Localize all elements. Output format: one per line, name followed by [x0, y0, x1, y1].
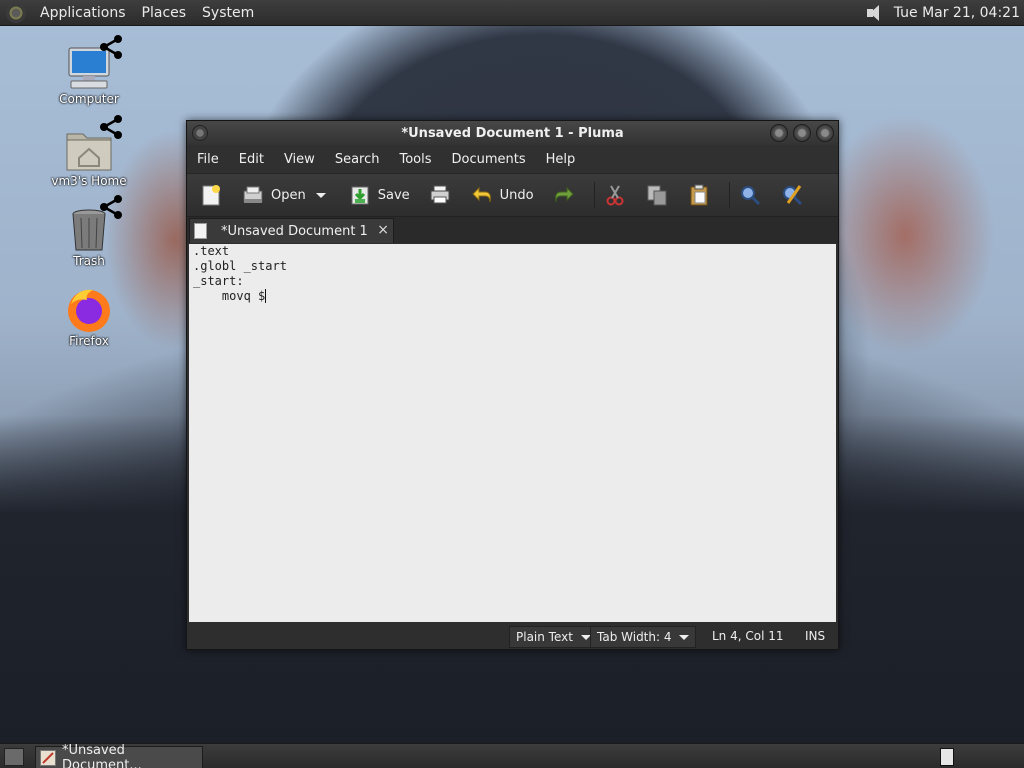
editor-line-text: movq $	[193, 289, 266, 303]
cut-icon	[603, 183, 627, 207]
minimize-button[interactable]	[770, 124, 788, 142]
menu-search[interactable]: Search	[325, 152, 390, 167]
share-icon	[98, 114, 124, 140]
language-label: Plain Text	[516, 630, 573, 644]
tab-unsaved-document-1[interactable]: *Unsaved Document 1 ×	[189, 218, 394, 243]
save-label: Save	[377, 187, 410, 203]
print-button[interactable]	[424, 179, 462, 211]
toolbar-separator	[593, 182, 595, 208]
menu-edit[interactable]: Edit	[229, 152, 274, 167]
menu-system[interactable]: System	[194, 5, 262, 21]
editor-line-current: movq $	[189, 289, 836, 304]
share-icon	[98, 34, 124, 60]
open-label: Open	[271, 187, 306, 203]
new-button[interactable]	[195, 179, 233, 211]
desktop-icon-label: Computer	[59, 92, 119, 106]
chevron-down-icon	[679, 634, 690, 640]
show-desktop-icon[interactable]	[4, 748, 24, 766]
tab-strip: *Unsaved Document 1 ×	[187, 217, 838, 243]
redo-button[interactable]	[548, 179, 586, 211]
undo-icon	[470, 183, 494, 207]
replace-button[interactable]	[776, 179, 814, 211]
editor-line: .text	[193, 244, 230, 258]
tab-width-label: Tab Width: 4	[597, 630, 672, 644]
taskbar-item-label: *Unsaved Document...	[62, 742, 142, 768]
cut-button[interactable]	[599, 179, 637, 211]
maximize-button[interactable]	[793, 124, 811, 142]
copy-button[interactable]	[641, 179, 679, 211]
print-icon	[428, 183, 452, 207]
desktop-icon-label: vm3's Home	[51, 174, 127, 188]
find-button[interactable]	[734, 179, 772, 211]
taskbar-item-pluma[interactable]: *Unsaved Document...	[35, 742, 203, 768]
text-editor-icon	[40, 749, 56, 766]
status-bar: Plain Text Tab Width: 4 Ln 4, Col 11 INS	[187, 623, 838, 649]
desktop-icon-label: Trash	[73, 254, 105, 268]
editor-line: .globl _start	[193, 259, 287, 273]
close-button[interactable]	[816, 124, 834, 142]
open-icon	[241, 183, 265, 207]
menubar: File Edit View Search Tools Documents He…	[187, 145, 838, 173]
new-document-icon	[199, 183, 223, 207]
redo-icon	[552, 183, 576, 207]
search-icon	[738, 183, 762, 207]
workspace-switcher[interactable]	[940, 748, 954, 766]
copy-icon	[645, 183, 669, 207]
undo-label: Undo	[499, 187, 534, 203]
save-icon	[348, 183, 372, 207]
menu-tools[interactable]: Tools	[389, 152, 441, 167]
paste-icon	[687, 183, 711, 207]
undo-button[interactable]: Undo	[466, 179, 544, 211]
toolbar: Open Save Undo	[187, 173, 838, 217]
find-replace-icon	[780, 183, 804, 207]
menu-documents[interactable]: Documents	[442, 152, 536, 167]
toolbar-separator	[728, 182, 730, 208]
document-icon	[194, 223, 207, 239]
clock[interactable]: Tue Mar 21, 04:21	[894, 5, 1020, 21]
open-button[interactable]: Open	[237, 179, 330, 211]
save-button[interactable]: Save	[344, 179, 420, 211]
desktop-icon-firefox[interactable]: Firefox	[44, 286, 134, 348]
share-icon	[98, 194, 124, 220]
window-title: *Unsaved Document 1 - Pluma	[401, 125, 624, 141]
insert-mode: INS	[805, 629, 826, 643]
menu-places[interactable]: Places	[134, 5, 195, 21]
menu-applications[interactable]: Applications	[32, 5, 134, 21]
cursor-position: Ln 4, Col 11	[712, 629, 784, 643]
editor-line: _start:	[193, 274, 244, 288]
volume-icon[interactable]	[864, 2, 886, 24]
top-panel: Applications Places System Tue Mar 21, 0…	[0, 0, 1024, 26]
chevron-down-icon[interactable]	[315, 192, 326, 198]
tab-label: *Unsaved Document 1	[221, 223, 368, 239]
text-editor[interactable]: .text .globl _start _start: movq $	[189, 244, 836, 622]
paste-button[interactable]	[683, 179, 721, 211]
desktop-icon-label: Firefox	[69, 334, 109, 348]
window-menu-icon[interactable]	[192, 125, 208, 141]
text-caret	[265, 289, 267, 303]
pluma-window: *Unsaved Document 1 - Pluma File Edit Vi…	[186, 120, 839, 650]
menu-file[interactable]: File	[187, 152, 229, 167]
window-titlebar[interactable]: *Unsaved Document 1 - Pluma	[187, 121, 838, 145]
menu-view[interactable]: View	[274, 152, 325, 167]
bottom-panel: *Unsaved Document...	[0, 743, 1024, 768]
tab-close-icon[interactable]: ×	[377, 222, 389, 238]
tab-width-selector[interactable]: Tab Width: 4	[590, 626, 697, 648]
mate-logo-icon[interactable]	[6, 2, 26, 23]
firefox-icon	[63, 286, 115, 334]
language-selector[interactable]: Plain Text	[509, 626, 598, 648]
menu-help[interactable]: Help	[536, 152, 586, 167]
